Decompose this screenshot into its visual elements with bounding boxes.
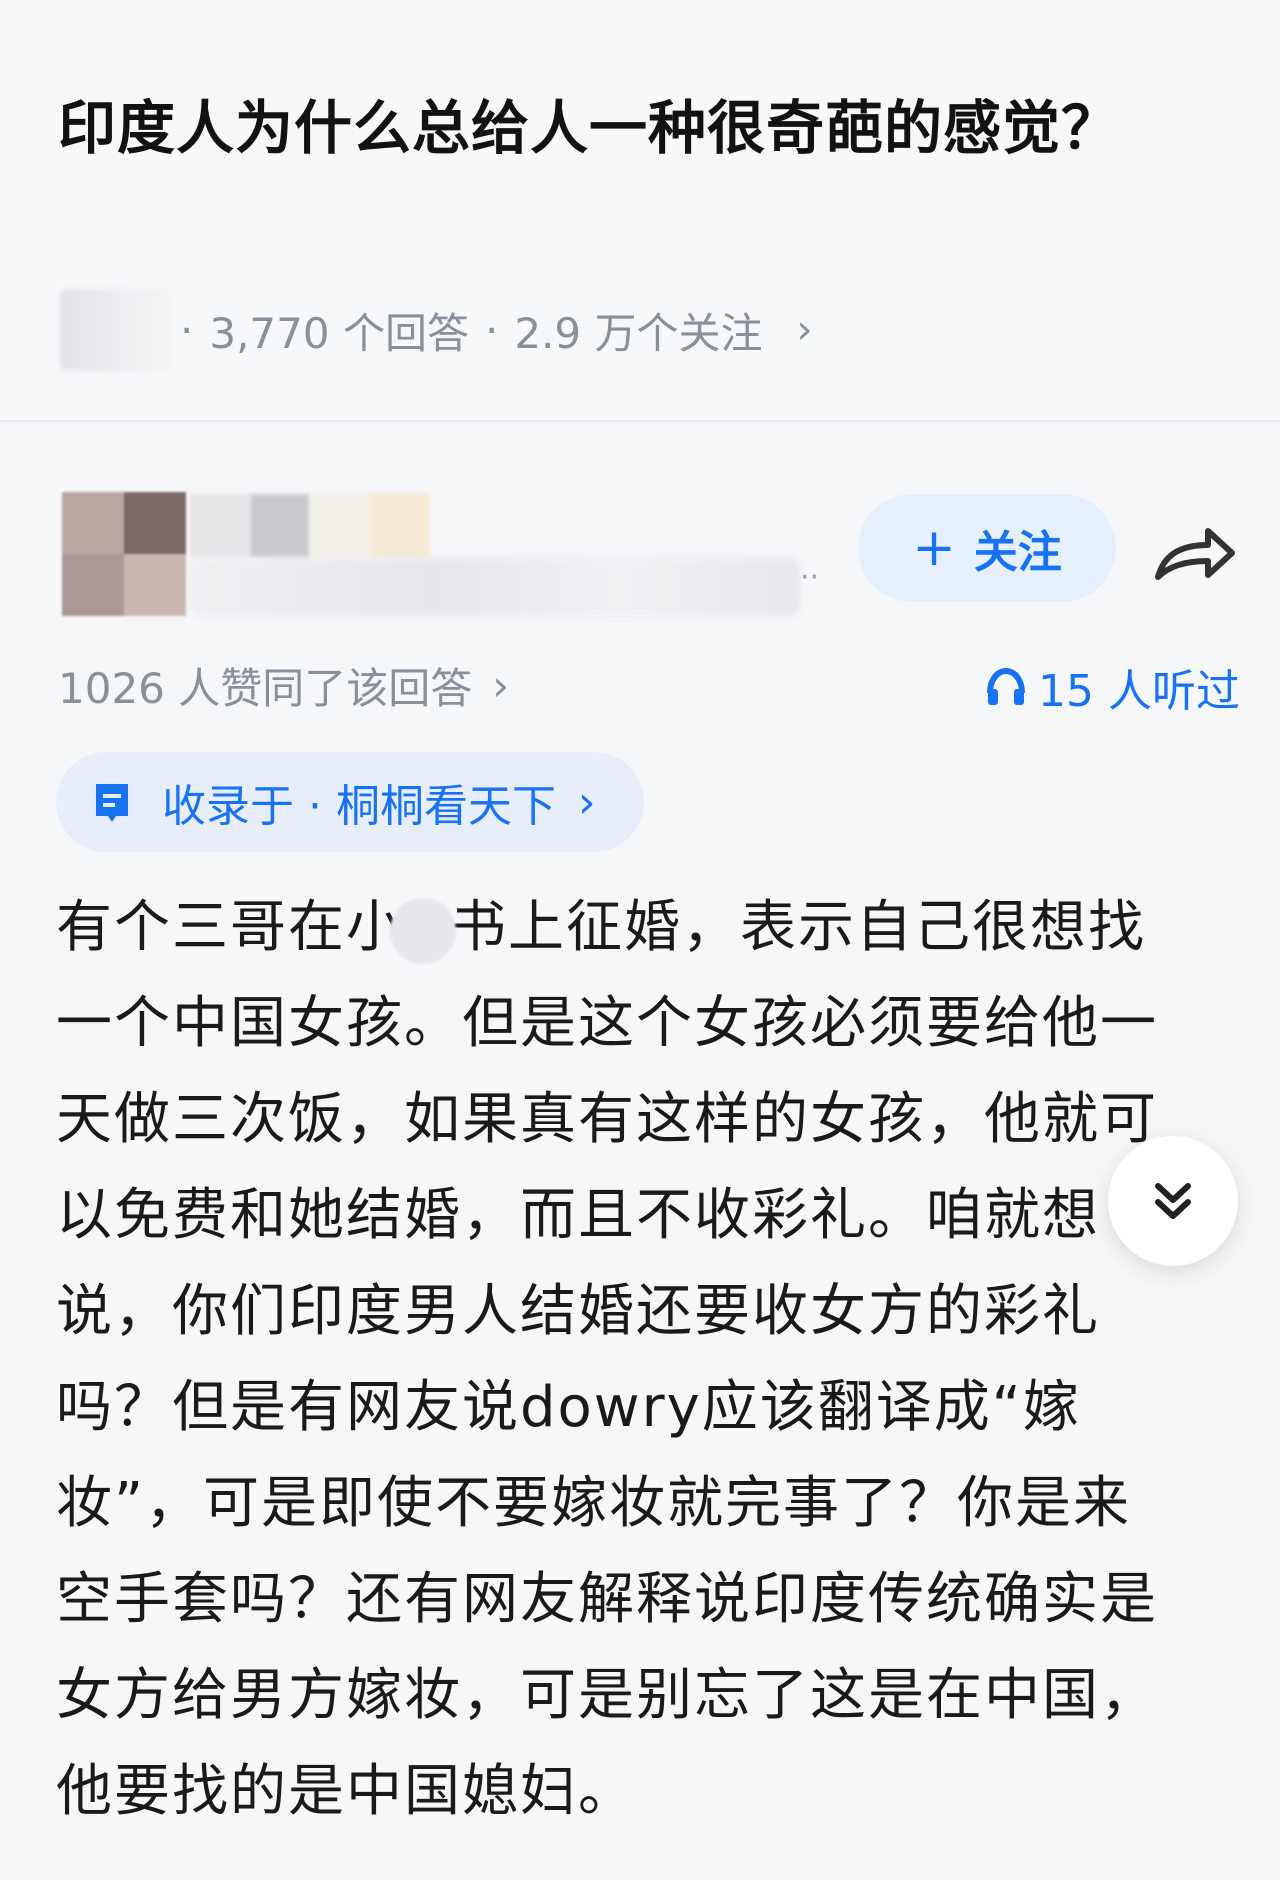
chevron-right-icon: ›: [577, 776, 596, 828]
meta-separator: ·: [180, 305, 194, 355]
listen-count[interactable]: 15 人听过: [984, 655, 1240, 719]
likes-summary[interactable]: 1026 人赞同了该回答 ›: [58, 655, 509, 716]
answer-line: 一个中国女孩。但是这个女孩必须要给他一: [56, 991, 1158, 1056]
censored-char: [390, 897, 456, 964]
answer-line: 说，你们印度男人结婚还要收女方的彩礼: [56, 1279, 1100, 1344]
question-meta[interactable]: · 3,770 个回答 · 2.9 万个关注 ›: [60, 289, 813, 371]
follow-button[interactable]: + 关注: [858, 494, 1116, 602]
answer-line: 他要找的是中国媳妇。: [56, 1759, 636, 1824]
question-header: 印度人为什么总给人一种很奇葩的感觉？ · 3,770 个回答 · 2.9 万个关…: [0, 0, 1280, 420]
author-bio-ellipsis: ··: [800, 560, 820, 595]
answer-line: 空手套吗？还有网友解释说印度传统确实是: [56, 1567, 1158, 1632]
expand-button[interactable]: [1108, 1136, 1238, 1266]
answer-body: 有个三哥在小 书上征婚，表示自己很想找 一个中国女孩。但是这个女孩必须要给他一 天…: [56, 880, 1236, 1840]
answer-line: 女方给男方嫁妆，可是别忘了这是在中国，: [56, 1663, 1158, 1728]
collection-text: 收录于 · 桐桐看天下: [162, 781, 556, 832]
question-title[interactable]: 印度人为什么总给人一种很奇葩的感觉？: [58, 80, 1178, 176]
listen-text: 15 人听过: [1038, 666, 1240, 717]
answer-line: 天做三次饭，如果真有这样的女孩，他就可: [56, 1087, 1158, 1152]
answer-line: 妆”，可是即使不要嫁妆就完事了？你是来: [56, 1471, 1132, 1536]
answer-line: 有个三哥在小 书上征婚，表示自己很想找: [56, 880, 1236, 976]
collection-bookmark-icon: [96, 784, 128, 822]
chevron-right-icon: ›: [492, 661, 510, 710]
plus-icon: +: [912, 518, 956, 578]
collection-link[interactable]: 收录于 · 桐桐看天下 ›: [56, 752, 644, 852]
answer-text-fragment: 有个三哥在小: [56, 895, 404, 960]
share-button[interactable]: [1150, 510, 1240, 600]
chevron-right-icon: ›: [796, 307, 813, 353]
answer-page: 印度人为什么总给人一种很奇葩的感觉？ · 3,770 个回答 · 2.9 万个关…: [0, 0, 1280, 1880]
meta-separator: ·: [484, 305, 499, 355]
share-arrow-icon: [1155, 527, 1235, 580]
follow-label: 关注: [973, 527, 1062, 578]
blurred-topic: [60, 289, 170, 371]
answer-text-fragment: 书上征婚，表示自己很想找: [450, 895, 1146, 960]
author-bio-blurred: [190, 558, 800, 616]
answers-count: 3,770 个回答: [209, 308, 469, 358]
double-chevron-down-icon: [1155, 1183, 1191, 1219]
author-name-blurred[interactable]: [190, 494, 430, 558]
avatar[interactable]: [62, 492, 186, 616]
answer-line: 吗？但是有网友说dowry应该翻译成“嫁: [56, 1375, 1081, 1440]
divider: [0, 420, 1280, 422]
headphones-icon: [987, 667, 1026, 705]
likes-text: 1026 人赞同了该回答: [58, 664, 473, 713]
followers-count: 2.9 万个关注: [514, 308, 763, 358]
answer-line: 以免费和她结婚，而且不收彩礼。咱就想: [56, 1183, 1100, 1248]
